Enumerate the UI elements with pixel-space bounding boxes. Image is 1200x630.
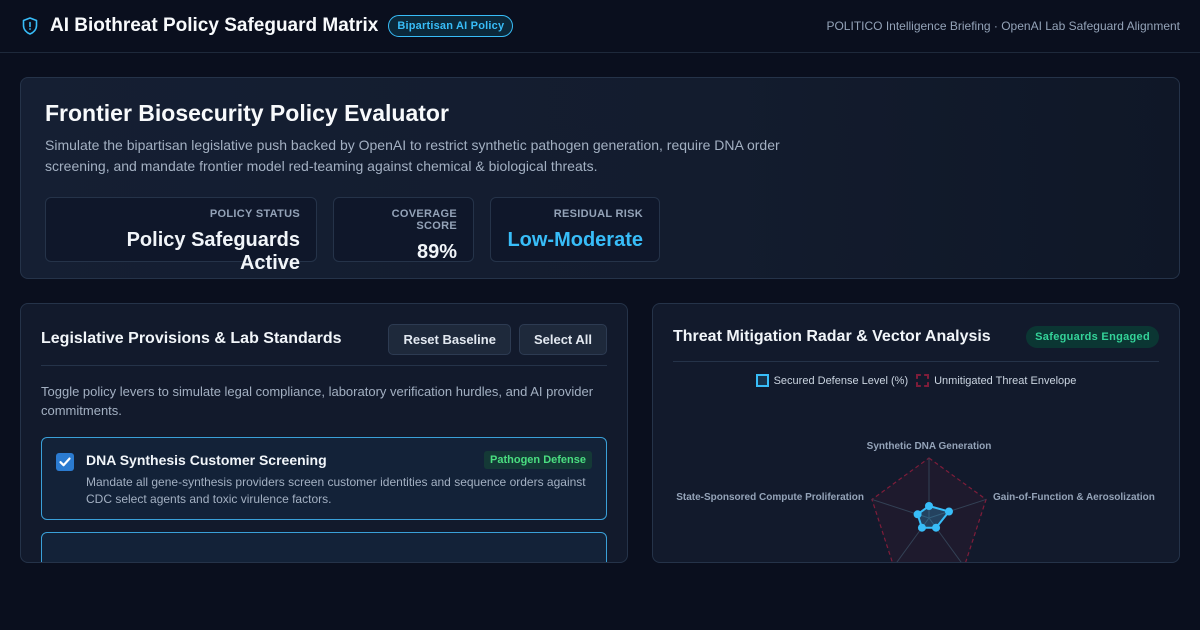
defense-point (925, 502, 933, 510)
provision-checkbox[interactable] (56, 453, 74, 471)
radar-axis-label: Synthetic DNA Generation (867, 441, 992, 452)
divider (41, 365, 607, 366)
stat-residual-risk: RESIDUAL RISK Low-Moderate (490, 197, 660, 262)
radar-header: Threat Mitigation Radar & Vector Analysi… (673, 324, 1159, 349)
stats-row: POLICY STATUS Policy Safeguards Active C… (45, 197, 1155, 274)
legend-item-threat[interactable]: Unmitigated Threat Envelope (916, 374, 1076, 387)
hero-card: Frontier Biosecurity Policy Evaluator Si… (20, 77, 1180, 279)
stat-label: COVERAGE SCORE (391, 208, 457, 232)
legend-swatch-defense (755, 374, 769, 387)
stat-label: RESIDUAL RISK (553, 208, 643, 220)
stat-label: POLICY STATUS (209, 208, 300, 220)
radar-axis-label: State-Sponsored Compute Proliferation (676, 492, 864, 503)
policy-badge: Bipartisan AI Policy (388, 15, 514, 37)
app-title: AI Biothreat Policy Safeguard Matrix (50, 15, 379, 36)
defense-point (917, 523, 926, 532)
provisions-header: Legislative Provisions & Lab Standards R… (41, 323, 607, 355)
radar-svg: Synthetic DNA Generation Gain-of-Function… (676, 441, 1155, 562)
stat-value: Low-Moderate (507, 229, 643, 251)
hero-description: Simulate the bipartisan legislative push… (45, 137, 780, 174)
stat-value: Policy Safeguards Active (126, 229, 300, 274)
provision-description: Mandate all gene-synthesis providers scr… (86, 475, 586, 506)
radar-panel: Threat Mitigation Radar & Vector Analysi… (652, 303, 1180, 563)
provision-card-dna-screening[interactable]: DNA Synthesis Customer Screening Pathoge… (41, 437, 607, 520)
provisions-title: Legislative Provisions & Lab Standards (41, 330, 342, 347)
provision-tag: Pathogen Defense (484, 451, 592, 469)
provisions-panel: Legislative Provisions & Lab Standards R… (20, 303, 628, 563)
radar-axis-label: Gain-of-Function & Aerosolization (993, 492, 1155, 503)
stat-policy-status: POLICY STATUS Policy Safeguards Active (45, 197, 317, 274)
hero-title: Frontier Biosecurity Policy Evaluator (45, 100, 449, 126)
radar-title: Threat Mitigation Radar & Vector Analysi… (673, 327, 991, 345)
stat-coverage-score: COVERAGE SCORE 89% (333, 197, 474, 263)
radar-chart: Synthetic DNA Generation Gain-of-Function… (673, 362, 1159, 562)
defense-point (944, 507, 953, 516)
shield-alert-icon (20, 16, 40, 36)
provision-title: DNA Synthesis Customer Screening (86, 452, 327, 468)
reset-baseline-button[interactable]: Reset Baseline (388, 323, 511, 355)
stat-value: 89% (416, 241, 457, 263)
legend-item-defense[interactable]: Secured Defense Level (%) (755, 374, 909, 387)
legend-swatch-threat (916, 374, 930, 387)
top-bar: AI Biothreat Policy Safeguard Matrix Bip… (0, 0, 1200, 53)
select-all-button[interactable]: Select All (518, 323, 607, 355)
briefing-subtitle: POLITICO Intelligence Briefing · OpenAI … (826, 19, 1180, 33)
provision-body: DNA Synthesis Customer Screening Pathoge… (86, 451, 592, 506)
safeguards-badge: Safeguards Engaged (1026, 325, 1159, 348)
radar-legend: Secured Defense Level (%) Unmitigated Th… (673, 374, 1159, 387)
legend-label: Secured Defense Level (%) (773, 374, 909, 387)
provision-card-next[interactable] (41, 532, 607, 562)
provision-top: DNA Synthesis Customer Screening Pathoge… (86, 451, 592, 469)
legend-label: Unmitigated Threat Envelope (934, 374, 1077, 387)
defense-point (932, 523, 941, 532)
check-icon (59, 457, 71, 467)
provisions-description: Toggle policy levers to simulate legal c… (41, 384, 594, 418)
defense-point (913, 510, 922, 519)
